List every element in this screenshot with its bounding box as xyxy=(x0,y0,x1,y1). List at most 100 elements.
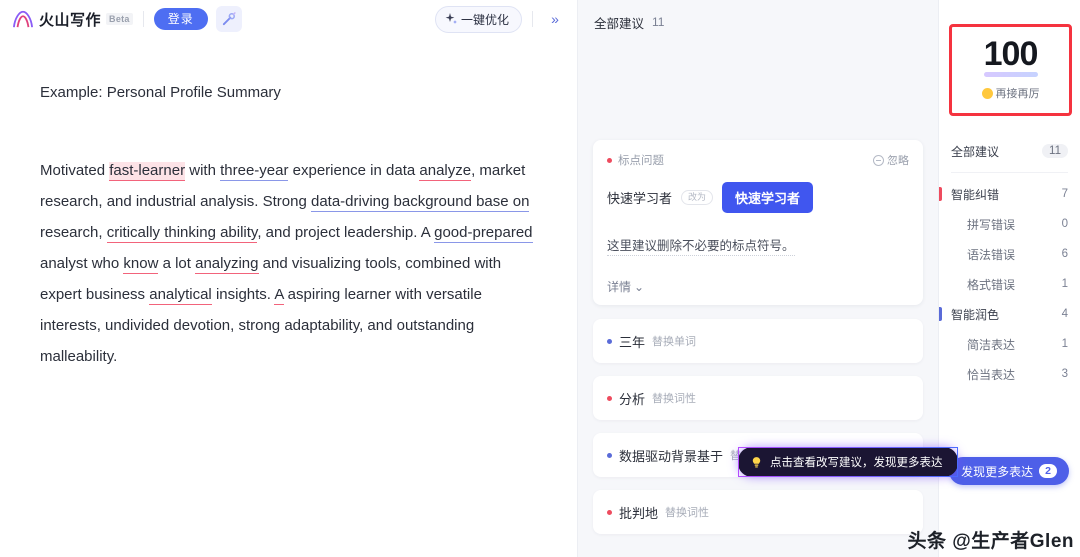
optimize-label: 一键优化 xyxy=(460,12,509,27)
issue-fast-learner[interactable]: fast-learner xyxy=(109,162,186,181)
severity-dot-icon xyxy=(607,338,612,344)
suggestions-header-count: 11 xyxy=(652,15,665,29)
document-title: Example: Personal Profile Summary xyxy=(40,84,281,101)
magic-wand-glyph xyxy=(223,11,236,25)
severity-dot-icon xyxy=(607,509,612,515)
list-item[interactable]: 批判地 替换词性 xyxy=(593,490,923,534)
card-details-label: 详情 xyxy=(607,280,632,294)
beta-badge: Beta xyxy=(106,13,133,25)
text-run: , and project leadership. A xyxy=(257,224,435,241)
nav-count: 3 xyxy=(1061,368,1068,380)
sidebar-item-spelling-errors[interactable]: 拼写错误 0 xyxy=(939,209,1080,239)
collapse-panel-button[interactable]: » xyxy=(543,7,567,31)
severity-dot-icon xyxy=(607,452,612,458)
score-underline-decoration xyxy=(983,72,1038,77)
replacement-row: 快速学习者 改为 快速学习者 xyxy=(607,182,909,213)
text-run: experience in data xyxy=(288,162,420,179)
editor-column: 火山写作 Beta 登录 一键优化 » Example: Personal Pr… xyxy=(0,0,578,557)
top-toolbar: 火山写作 Beta 登录 一键优化 » xyxy=(0,0,577,38)
sidebar-item-format-errors[interactable]: 格式错误 1 xyxy=(939,269,1080,299)
list-item-tag: 替换词性 xyxy=(652,393,697,405)
toolbar-divider-2 xyxy=(532,11,533,27)
tooltip-text: 点击查看改写建议，发现更多表达 xyxy=(770,457,943,469)
card-type: 标点问题 xyxy=(607,152,664,168)
list-item-word: 三年 xyxy=(619,334,646,350)
rewrite-hint-tooltip: 点击查看改写建议，发现更多表达 xyxy=(738,447,958,477)
list-item-word: 数据驱动背景基于 xyxy=(619,448,724,464)
nav-label: 智能纠错 xyxy=(951,187,1000,202)
text-run: research, xyxy=(40,224,107,241)
watermark: 头条 @生产者Glen xyxy=(907,531,1074,552)
document-paragraph[interactable]: Motivated fast-learner with three-year e… xyxy=(40,155,533,372)
issue-critically-thinking[interactable]: critically thinking ability xyxy=(106,224,258,243)
issue-analyzing[interactable]: analyzing xyxy=(195,255,259,274)
issue-know[interactable]: know xyxy=(123,255,159,274)
apply-replacement-button[interactable]: 快速学习者 xyxy=(722,182,814,213)
original-text: 快速学习者 xyxy=(607,191,673,206)
list-item-word: 分析 xyxy=(619,391,646,407)
discover-more-button[interactable]: 发现更多表达 2 xyxy=(949,457,1069,485)
suggestions-scroll[interactable]: 标点问题 忽略 快速学习者 改为 快速学习者 这里建议删除不必要的标点符号。 详… xyxy=(578,34,938,557)
nav-label: 格式错误 xyxy=(967,277,1016,292)
nav-label: 全部建议 xyxy=(951,144,1000,159)
nav-label: 恰当表达 xyxy=(967,367,1016,382)
issue-good-prepared[interactable]: good-prepared xyxy=(434,224,533,243)
one-click-optimize-button[interactable]: 一键优化 xyxy=(434,5,522,33)
smiley-emoji-icon xyxy=(981,87,993,99)
card-header: 标点问题 忽略 xyxy=(607,152,909,168)
text-run: a lot xyxy=(158,255,196,272)
card-description: 这里建议删除不必要的标点符号。 xyxy=(607,235,795,256)
nav-label: 智能润色 xyxy=(951,307,1000,322)
sidebar-item-appropriate-expression[interactable]: 恰当表达 3 xyxy=(939,359,1080,389)
sparkle-icon xyxy=(445,13,457,24)
login-button[interactable]: 登录 xyxy=(153,8,208,30)
list-item-tag: 替换单词 xyxy=(652,336,697,348)
score-subtitle-label: 再接再厉 xyxy=(995,88,1040,100)
nav-count: 0 xyxy=(1061,218,1068,230)
issue-a-article[interactable]: A xyxy=(274,286,284,305)
nav-count: 11 xyxy=(1042,144,1068,158)
app-root: 火山写作 Beta 登录 一键优化 » Example: Personal Pr… xyxy=(0,0,1080,557)
issue-data-driving[interactable]: data-driving background base on xyxy=(310,193,530,212)
nav-label: 拼写错误 xyxy=(967,217,1016,232)
category-nav: 全部建议 11 智能纠错 7 拼写错误 0 语法错误 6 格式错误 1 智能润色… xyxy=(939,136,1080,389)
score-value: 100 xyxy=(983,35,1039,73)
sidebar-item-smart-correction[interactable]: 智能纠错 7 xyxy=(939,179,1080,209)
issue-analytical[interactable]: analytical xyxy=(149,286,212,305)
text-run: with xyxy=(185,162,221,179)
issue-analyze[interactable]: analyze xyxy=(419,162,472,181)
suggestions-header-label: 全部建议 xyxy=(594,16,645,31)
right-sidebar: 100 再接再厉 全部建议 11 智能纠错 7 拼写错误 0 语法错误 6 格式… xyxy=(938,0,1080,557)
lightbulb-icon xyxy=(752,456,761,468)
nav-label: 语法错误 xyxy=(967,247,1016,262)
brand[interactable]: 火山写作 Beta xyxy=(12,9,133,30)
card-details-toggle[interactable]: 详情 ⌄ xyxy=(607,278,909,295)
sidebar-item-concise-expression[interactable]: 简洁表达 1 xyxy=(939,329,1080,359)
active-indicator-icon xyxy=(939,307,942,321)
sidebar-item-smart-polish[interactable]: 智能润色 4 xyxy=(939,299,1080,329)
list-item[interactable]: 分析 替换词性 xyxy=(593,376,923,420)
magic-wand-icon[interactable] xyxy=(215,6,242,32)
nav-count: 7 xyxy=(1061,188,1068,200)
ignore-icon xyxy=(873,154,884,166)
text-run: analyst who xyxy=(40,255,124,272)
chevron-down-icon: ⌄ xyxy=(634,279,645,294)
list-item[interactable]: 三年 替换单词 xyxy=(593,319,923,363)
suggestions-column: 全部建议 11 标点问题 忽略 快速学习者 改为 快速学习者 这里建议删除不必要… xyxy=(578,0,958,557)
discover-more-label: 发现更多表达 xyxy=(961,464,1034,479)
suggestion-card-active[interactable]: 标点问题 忽略 快速学习者 改为 快速学习者 这里建议删除不必要的标点符号。 详… xyxy=(593,140,923,305)
nav-divider xyxy=(951,172,1068,173)
sidebar-item-all-suggestions[interactable]: 全部建议 11 xyxy=(939,136,1080,166)
change-to-badge: 改为 xyxy=(681,189,714,206)
nav-label: 简洁表达 xyxy=(967,337,1016,352)
sidebar-item-grammar-errors[interactable]: 语法错误 6 xyxy=(939,239,1080,269)
ignore-button[interactable]: 忽略 xyxy=(873,152,909,168)
ignore-label: 忽略 xyxy=(887,155,909,167)
nav-count: 4 xyxy=(1061,308,1068,320)
document-area[interactable]: Example: Personal Profile Summary Motiva… xyxy=(0,38,577,557)
severity-dot-icon xyxy=(607,157,612,163)
card-type-label: 标点问题 xyxy=(618,155,664,167)
toolbar-divider xyxy=(142,11,144,27)
issue-three-year[interactable]: three-year xyxy=(220,162,289,181)
suggestions-header: 全部建议 11 xyxy=(578,0,938,34)
